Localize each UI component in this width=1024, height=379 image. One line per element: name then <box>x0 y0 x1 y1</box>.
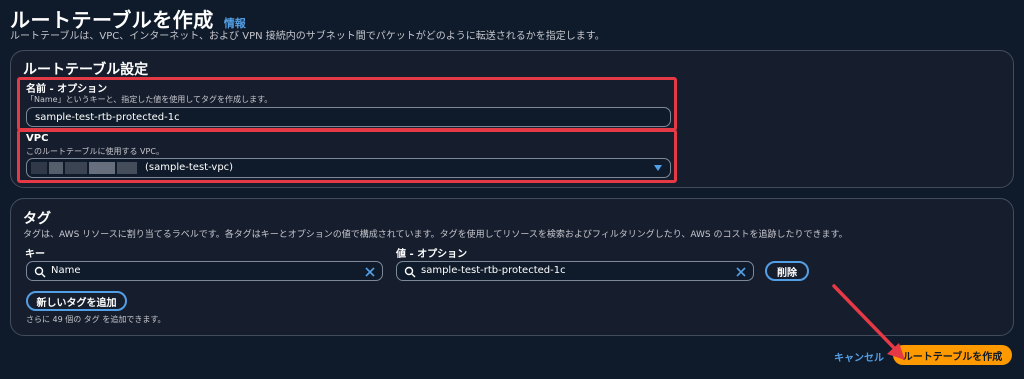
key-column-header: キー <box>25 249 45 260</box>
tag-value-input[interactable]: sample-test-rtb-protected-1c <box>396 261 754 281</box>
name-field-highlight <box>17 77 677 131</box>
clear-icon[interactable] <box>364 266 376 278</box>
value-column-header: 値 - オプション <box>396 249 468 260</box>
vpc-field-highlight <box>17 129 677 183</box>
remove-tag-button[interactable]: 削除 <box>765 261 809 281</box>
tag-value-value: sample-test-rtb-protected-1c <box>421 265 566 276</box>
tags-panel: タグ タグは、AWS リソースに割り当てるラベルです。各タグはキーとオプションの… <box>10 198 1014 336</box>
tag-key-input[interactable]: Name <box>26 261 383 281</box>
tags-description: タグは、AWS リソースに割り当てるラベルです。各タグはキーとオプションの値で構… <box>23 230 848 240</box>
settings-panel-title: ルートテーブル設定 <box>23 62 149 78</box>
tag-key-value: Name <box>51 265 81 276</box>
tags-panel-title: タグ <box>23 211 51 227</box>
add-tag-button[interactable]: 新しいタグを追加 <box>26 291 127 311</box>
create-route-table-button[interactable]: ルートテーブルを作成 <box>893 345 1012 365</box>
remaining-tags-note: さらに 49 個の タグ を追加できます。 <box>26 315 166 324</box>
search-icon <box>34 266 46 278</box>
page-description: ルートテーブルは、VPC、インターネット、および VPN 接続内のサブネット間で… <box>10 31 605 42</box>
cancel-button[interactable]: キャンセル <box>834 349 884 364</box>
search-icon <box>404 266 416 278</box>
clear-icon[interactable] <box>735 266 747 278</box>
